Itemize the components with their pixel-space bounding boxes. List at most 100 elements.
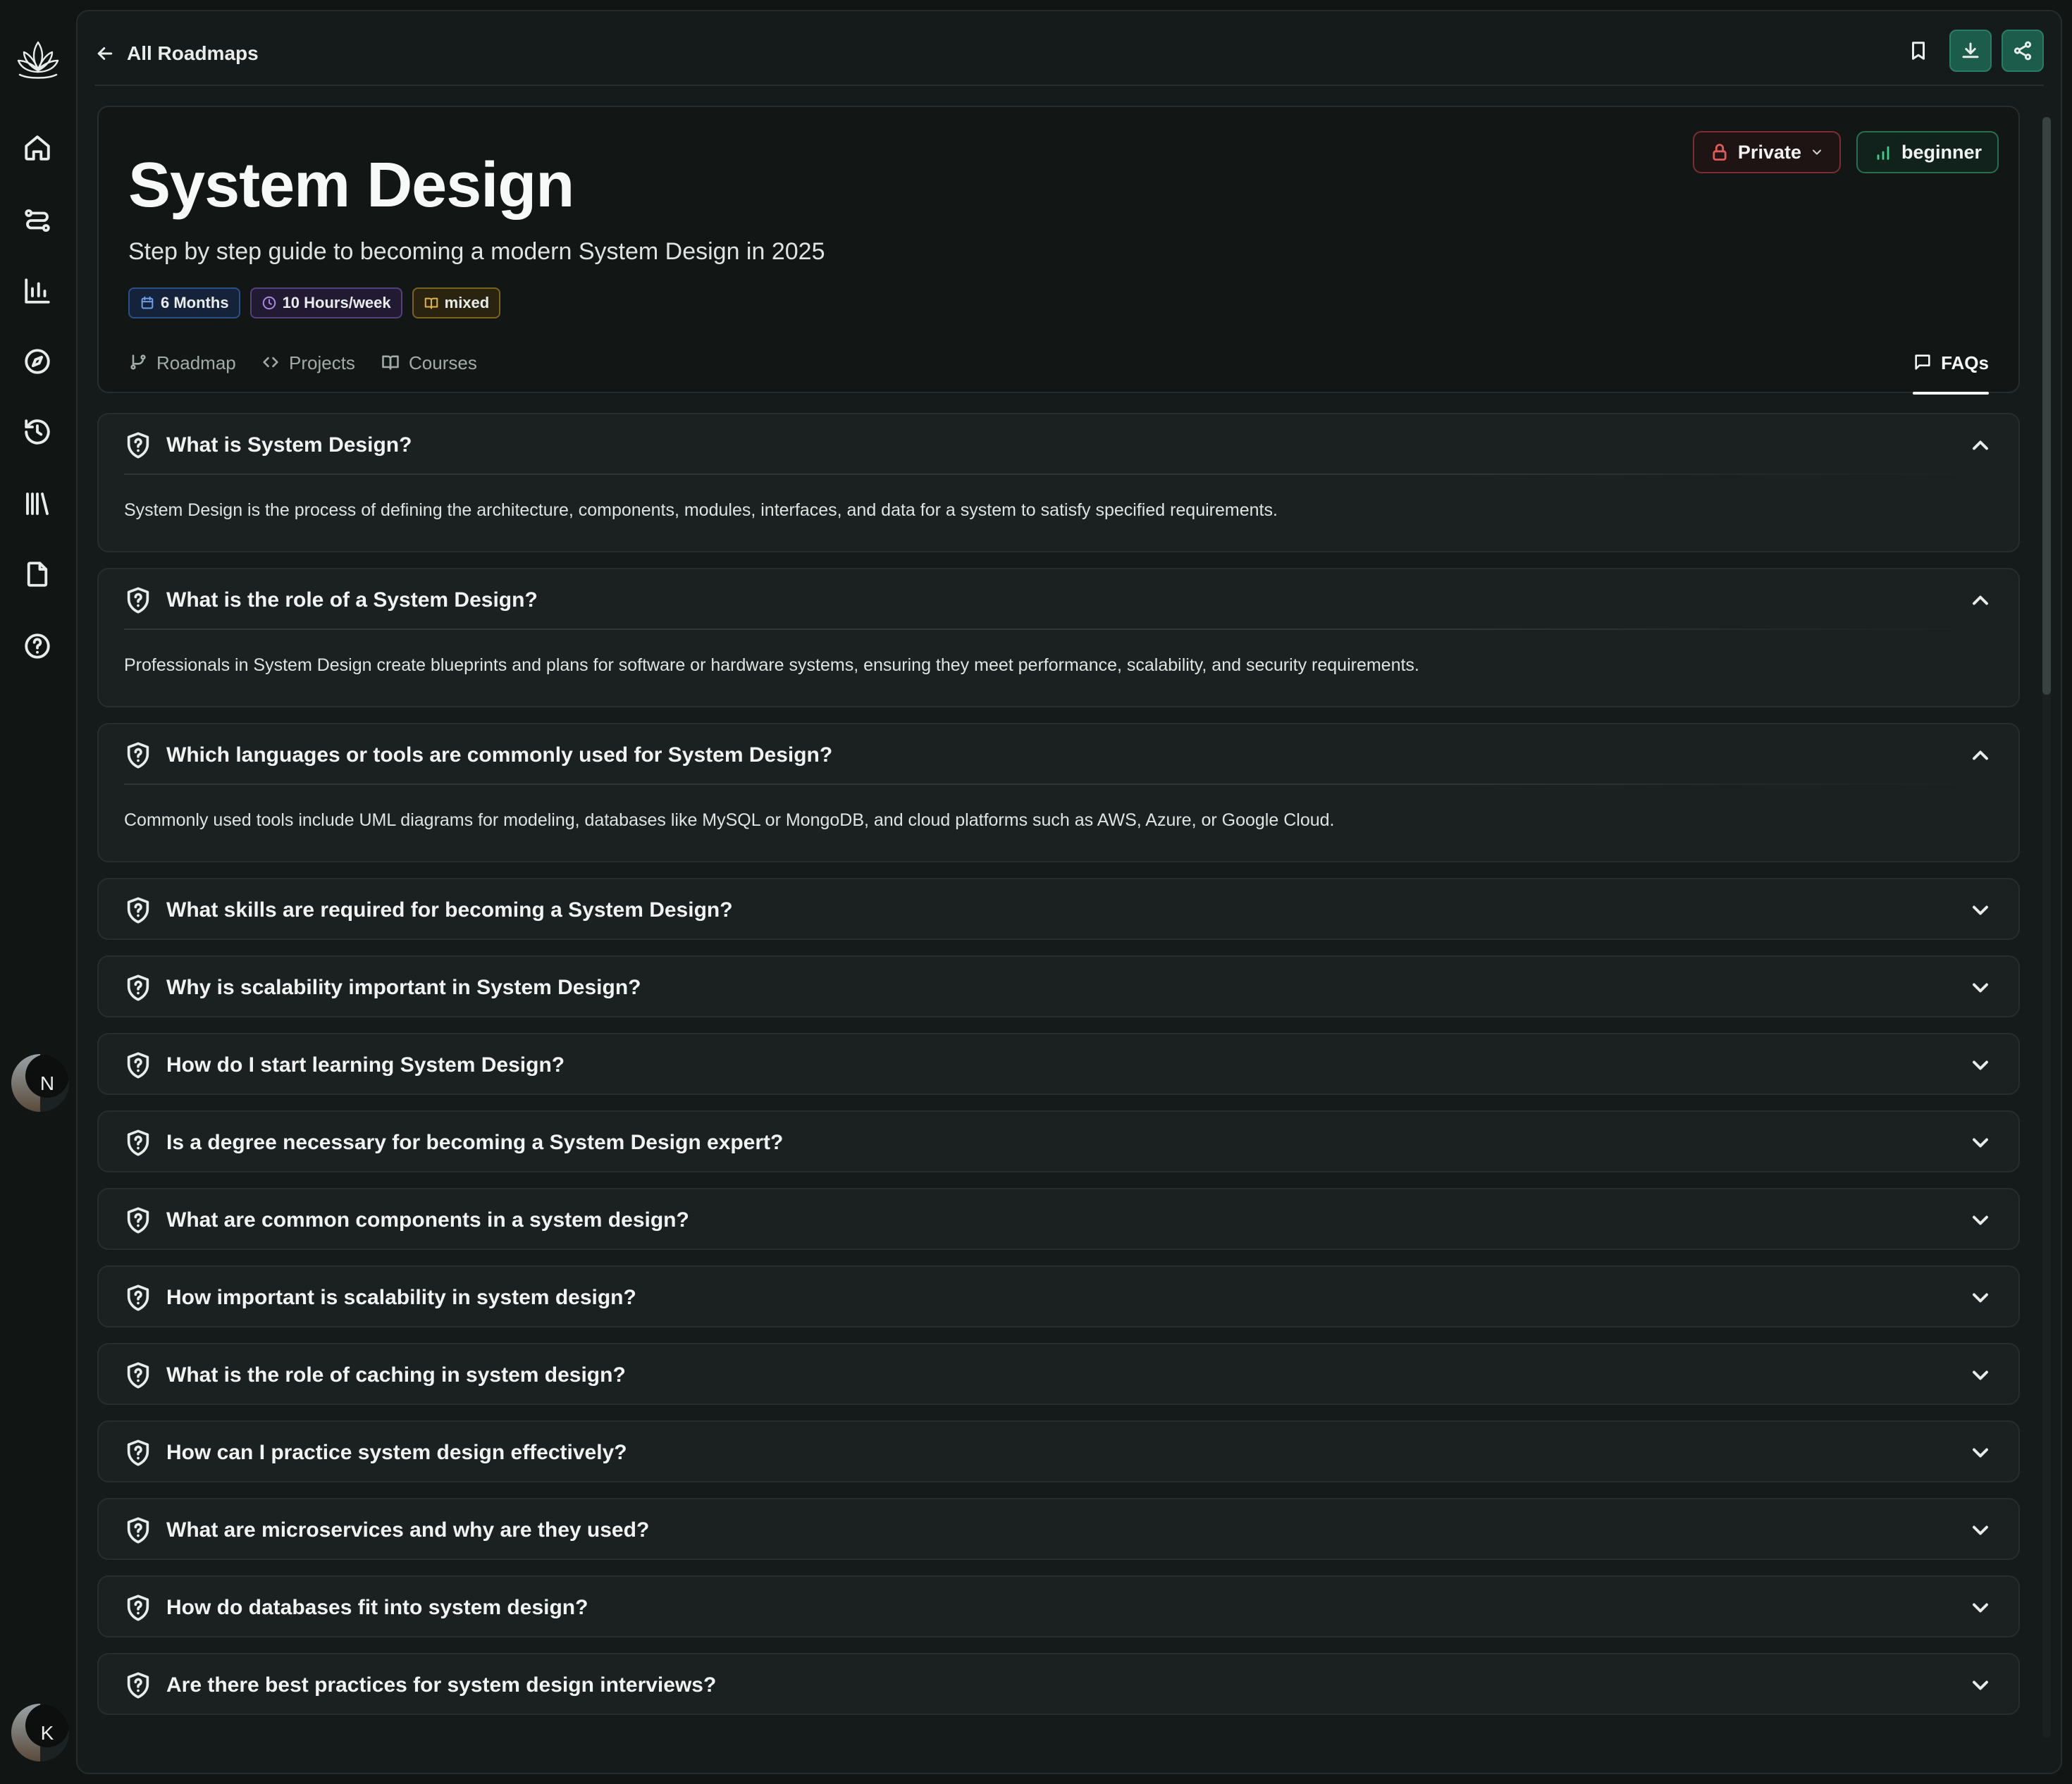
faq-question-text: What is the role of caching in system de… (166, 1363, 626, 1387)
faq-item[interactable]: How important is scalability in system d… (97, 1265, 2020, 1327)
faq-question[interactable]: How do databases fit into system design? (124, 1592, 588, 1623)
faq-question-text: How can I practice system design effecti… (166, 1441, 627, 1464)
scrollbar[interactable] (2042, 117, 2051, 1737)
help-circle-icon[interactable] (21, 630, 54, 662)
avatar-initial: K (25, 1704, 69, 1747)
faq-toggle[interactable] (1968, 1518, 1993, 1543)
faq-item[interactable]: How do databases fit into system design? (97, 1575, 2020, 1637)
tab-faqs[interactable]: FAQs (1913, 351, 1989, 395)
chevron-down-icon (1973, 1293, 1988, 1303)
faq-toggle[interactable] (1968, 1053, 1993, 1078)
back-to-roadmaps-link[interactable]: All Roadmaps (94, 34, 259, 73)
faq-item[interactable]: What skills are required for becoming a … (97, 878, 2020, 940)
faq-question[interactable]: Which languages or tools are commonly us… (124, 740, 832, 771)
faq-item[interactable]: How do I start learning System Design? (97, 1033, 2020, 1095)
faq-question[interactable]: How do I start learning System Design? (124, 1050, 565, 1081)
faq-question[interactable]: What is the role of a System Design? (124, 585, 538, 616)
hours-chip: 10 Hours/week (249, 287, 402, 318)
roadmap-route-icon[interactable] (21, 204, 54, 237)
faq-item[interactable]: Why is scalability important in System D… (97, 955, 2020, 1017)
faq-question[interactable]: What skills are required for becoming a … (124, 895, 733, 926)
faq-item[interactable]: How can I practice system design effecti… (97, 1420, 2020, 1482)
faq-question[interactable]: Why is scalability important in System D… (124, 972, 641, 1003)
faq-toggle[interactable] (1968, 1595, 1993, 1621)
faq-toggle[interactable] (1968, 433, 1993, 458)
arrow-left-icon (97, 47, 113, 60)
chevron-down-icon (1973, 1060, 1988, 1070)
page-title: System Design (128, 150, 574, 221)
tab-projects[interactable]: Projects (261, 351, 355, 395)
faq-item[interactable]: What is the role of caching in system de… (97, 1343, 2020, 1405)
faq-item[interactable]: Which languages or tools are commonly us… (97, 723, 2020, 862)
history-icon[interactable] (21, 416, 54, 448)
tab-roadmap[interactable]: Roadmap (128, 351, 236, 395)
faq-question[interactable]: How can I practice system design effecti… (124, 1437, 627, 1468)
faq-question[interactable]: Are there best practices for system desi… (124, 1670, 716, 1701)
visibility-dropdown[interactable]: Private (1692, 131, 1841, 173)
chevron-up-icon (1973, 595, 1988, 605)
faq-question-text: What are microservices and why are they … (166, 1518, 650, 1542)
shield-question-icon (127, 1362, 149, 1389)
user-avatar[interactable]: N (11, 1054, 69, 1112)
home-icon[interactable] (21, 132, 54, 164)
faq-toggle[interactable] (1968, 743, 1993, 768)
faq-item[interactable]: What are common components in a system d… (97, 1188, 2020, 1250)
chevron-up-icon (1973, 750, 1988, 760)
faq-item[interactable]: What is the role of a System Design? Pro… (97, 568, 2020, 707)
faq-toggle[interactable] (1968, 1673, 1993, 1698)
shield-question-icon (127, 1129, 149, 1156)
faq-toggle[interactable] (1968, 898, 1993, 923)
chevron-down-icon (1973, 1215, 1988, 1225)
tab-courses-label: Courses (409, 352, 477, 373)
lock-icon (1713, 144, 1727, 161)
book-open-icon (424, 297, 438, 309)
faq-question[interactable]: What are microservices and why are they … (124, 1515, 649, 1546)
chevron-down-icon (1812, 149, 1821, 155)
faq-toggle[interactable] (1968, 1130, 1993, 1156)
tab-roadmap-label: Roadmap (156, 352, 236, 373)
chevron-down-icon (1973, 1680, 1988, 1690)
book-open-icon (382, 355, 399, 370)
faq-question-text: What skills are required for becoming a … (166, 898, 733, 922)
faq-divider (124, 628, 1993, 630)
scrollbar-thumb[interactable] (2042, 117, 2051, 695)
back-label: All Roadmaps (127, 42, 259, 64)
shield-question-icon (127, 1594, 149, 1621)
bookmark-button[interactable] (1897, 30, 1940, 72)
mode-label: mixed (444, 294, 490, 311)
faq-question[interactable]: What is the role of caching in system de… (124, 1360, 626, 1391)
faq-item[interactable]: Is a degree necessary for becoming a Sys… (97, 1110, 2020, 1172)
faq-toggle[interactable] (1968, 1363, 1993, 1388)
avatar-initial: N (25, 1054, 69, 1098)
code-icon (263, 357, 278, 368)
level-badge[interactable]: beginner (1856, 131, 1999, 173)
faq-question[interactable]: What are common components in a system d… (124, 1205, 689, 1236)
clock-icon (262, 296, 276, 310)
share-button[interactable] (2002, 30, 2044, 72)
lotus-logo-icon[interactable] (10, 32, 66, 89)
tab-projects-label: Projects (289, 352, 355, 373)
shield-question-icon (127, 1672, 149, 1699)
faq-toggle[interactable] (1968, 1208, 1993, 1233)
workspace-avatar[interactable]: K (11, 1704, 69, 1761)
faq-question[interactable]: What is System Design? (124, 430, 412, 461)
faq-question[interactable]: How important is scalability in system d… (124, 1282, 636, 1313)
faq-question[interactable]: Is a degree necessary for becoming a Sys… (124, 1127, 783, 1158)
hours-label: 10 Hours/week (282, 294, 391, 311)
visibility-label: Private (1737, 141, 1801, 163)
bar-chart-icon[interactable] (21, 275, 54, 307)
faq-item[interactable]: What are microservices and why are they … (97, 1498, 2020, 1560)
faq-toggle[interactable] (1968, 1440, 1993, 1466)
shield-question-icon (127, 1284, 149, 1311)
faq-toggle[interactable] (1968, 588, 1993, 613)
faq-toggle[interactable] (1968, 1285, 1993, 1311)
tab-courses[interactable]: Courses (381, 351, 477, 395)
download-button[interactable] (1949, 30, 1992, 72)
library-icon[interactable] (21, 488, 54, 520)
faq-toggle[interactable] (1968, 975, 1993, 1001)
faq-item[interactable]: Are there best practices for system desi… (97, 1653, 2020, 1715)
compass-icon[interactable] (21, 345, 54, 378)
faq-item[interactable]: What is System Design? System Design is … (97, 413, 2020, 552)
faq-answer: System Design is the process of defining… (124, 500, 1278, 520)
file-icon[interactable] (21, 558, 54, 590)
